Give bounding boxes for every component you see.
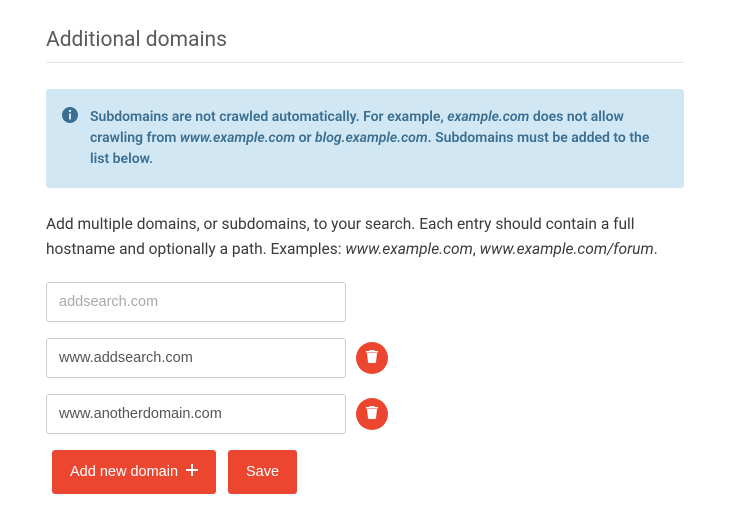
- domain-row: [46, 338, 684, 378]
- save-label: Save: [246, 464, 279, 480]
- primary-domain-row: [46, 282, 684, 322]
- alert-text-1: Subdomains are not crawled automatically…: [90, 109, 447, 125]
- add-new-domain-label: Add new domain: [70, 464, 178, 480]
- desc-sep: ,: [473, 240, 480, 258]
- add-new-domain-button[interactable]: Add new domain: [52, 450, 216, 494]
- plus-icon: [186, 464, 198, 480]
- description-text: Add multiple domains, or subdomains, to …: [46, 212, 684, 262]
- desc-example-2: www.example.com/forum: [480, 240, 654, 258]
- alert-example-1: example.com: [447, 109, 529, 125]
- primary-domain-input[interactable]: [46, 282, 346, 322]
- alert-example-3: blog.example.com: [315, 130, 428, 146]
- desc-end: .: [654, 240, 658, 258]
- info-icon: [62, 107, 78, 123]
- domain-input[interactable]: [46, 338, 346, 378]
- alert-example-2: www.example.com: [180, 130, 295, 146]
- trash-icon: [365, 349, 379, 366]
- delete-domain-button[interactable]: [356, 398, 388, 430]
- save-button[interactable]: Save: [228, 450, 297, 494]
- domain-input[interactable]: [46, 394, 346, 434]
- desc-example-1: www.example.com: [345, 240, 472, 258]
- trash-icon: [365, 405, 379, 422]
- delete-domain-button[interactable]: [356, 342, 388, 374]
- info-alert: Subdomains are not crawled automatically…: [46, 89, 684, 188]
- section-title: Additional domains: [46, 28, 684, 63]
- action-buttons: Add new domain Save: [52, 450, 684, 494]
- domain-row: [46, 394, 684, 434]
- alert-text-3: or: [295, 130, 315, 146]
